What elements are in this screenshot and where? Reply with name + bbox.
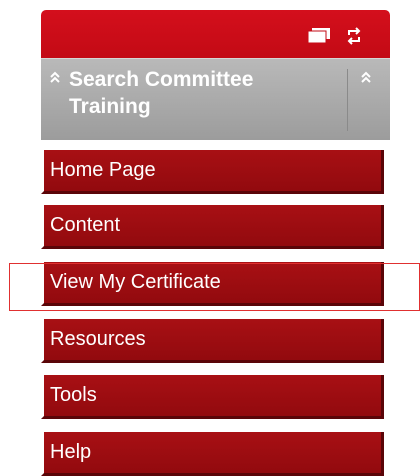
- course-title[interactable]: Search Committee Training: [69, 66, 339, 120]
- course-header: Search Committee Training: [41, 58, 390, 140]
- nav-item-help[interactable]: Help: [41, 432, 384, 476]
- nav-item-view-my-certificate[interactable]: View My Certificate: [41, 262, 384, 306]
- nav-item-label: Help: [50, 441, 92, 463]
- double-chevron-up-icon[interactable]: [49, 69, 61, 85]
- header-divider: [347, 69, 348, 131]
- nav-item-resources[interactable]: Resources: [41, 319, 384, 363]
- nav-item-label: Content: [50, 214, 121, 236]
- nav-item-label: View My Certificate: [50, 271, 221, 293]
- nav-item-home-page[interactable]: Home Page: [41, 150, 384, 194]
- double-chevron-up-icon[interactable]: [360, 69, 372, 85]
- window-icon[interactable]: [308, 28, 330, 43]
- nav-item-tools[interactable]: Tools: [41, 375, 384, 419]
- nav-item-content[interactable]: Content: [41, 205, 384, 249]
- nav-item-label: Resources: [50, 328, 146, 350]
- nav-item-label: Home Page: [50, 159, 156, 181]
- nav-item-label: Tools: [50, 384, 97, 406]
- panel-toolbar: [41, 10, 390, 58]
- refresh-icon[interactable]: [346, 26, 362, 46]
- course-menu-panel: Search Committee Training Home Page Cont…: [41, 10, 390, 476]
